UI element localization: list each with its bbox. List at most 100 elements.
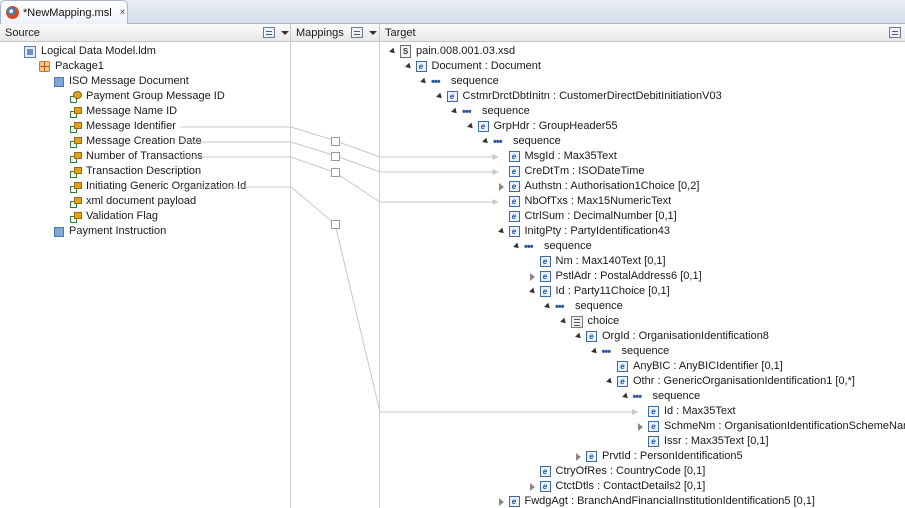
target-tree-item-row[interactable]: e AnyBIC : AnyBICIdentifier [0,1]: [605, 359, 783, 374]
editor-tab-new-mapping[interactable]: *NewMapping.msl ×: [0, 0, 128, 24]
expand-arrow-icon[interactable]: [528, 287, 538, 297]
element-icon: e: [508, 226, 520, 237]
target-tree-item-row[interactable]: e OrgId : OrganisationIdentification8: [574, 329, 769, 344]
source-layout-icon[interactable]: [263, 27, 275, 38]
source-menu-chevron-down-icon[interactable]: [281, 31, 289, 35]
target-tree-item-row[interactable]: e Nm : Max140Text [0,1]: [528, 254, 666, 269]
target-tree-item-row[interactable]: Spain.008.001.03.xsd: [388, 44, 515, 59]
target-tree-item-label: CstmrDrctDbtInitn : CustomerDirectDebitI…: [462, 90, 722, 102]
target-tree-item-label: CreDtTm : ISODateTime: [524, 165, 645, 177]
source-tree[interactable]: Logical Data Model.ldm Package1 ISO Messag…: [0, 42, 291, 508]
target-layout-icon[interactable]: [889, 27, 901, 38]
source-tree-item-row[interactable]: Message Identifier: [69, 119, 176, 134]
expand-arrow-icon[interactable]: [621, 392, 631, 402]
target-tree-item-row[interactable]: e Id : Max35Text: [636, 404, 736, 419]
source-tree-item-row[interactable]: Message Name ID: [69, 104, 177, 119]
expand-arrow-icon[interactable]: [605, 377, 615, 387]
expand-arrow-icon[interactable]: [543, 302, 553, 312]
expand-arrow-icon[interactable]: [512, 242, 522, 252]
target-tree-item-row[interactable]: choice: [559, 314, 619, 329]
target-tree-item-row[interactable]: e MsgId : Max35Text: [497, 149, 617, 164]
expand-arrow-icon[interactable]: [497, 227, 507, 237]
source-tree-item-row[interactable]: Transaction Description: [69, 164, 201, 179]
source-tree-item-row[interactable]: xml document payload: [69, 194, 196, 209]
mapping-node[interactable]: [331, 136, 340, 146]
source-tree-item-label: Message Name ID: [86, 105, 178, 117]
target-tree[interactable]: Spain.008.001.03.xsd e Document : Document…: [380, 42, 905, 508]
target-tree-item-row[interactable]: e Id : Party11Choice [0,1]: [528, 284, 670, 299]
collapse-arrow-icon[interactable]: [528, 482, 538, 492]
collapse-arrow-icon[interactable]: [636, 422, 646, 432]
target-tree-item-row[interactable]: e FwdgAgt : BranchAndFinancialInstitution…: [497, 494, 815, 508]
close-icon[interactable]: ×: [120, 7, 126, 18]
package-icon: [39, 61, 50, 72]
key-attribute-icon: [69, 90, 82, 103]
expand-arrow-icon[interactable]: [574, 332, 584, 342]
target-tree-item-row[interactable]: e CtctDtls : ContactDetails2 [0,1]: [528, 479, 705, 494]
expand-arrow-icon[interactable]: [481, 137, 491, 147]
target-tree-item-row[interactable]: e NbOfTxs : Max15NumericText: [497, 194, 672, 209]
target-tree-item-row[interactable]: e CtrlSum : DecimalNumber [0,1]: [497, 209, 677, 224]
target-tree-item-row[interactable]: ••• sequence: [481, 134, 561, 149]
target-tree-item-row[interactable]: ••• sequence: [621, 389, 701, 404]
source-tree-item-row[interactable]: Payment Instruction: [54, 224, 166, 239]
collapse-arrow-icon[interactable]: [574, 452, 584, 462]
source-tree-item-row[interactable]: Validation Flag: [69, 209, 158, 224]
target-tree-item-row[interactable]: e PrvtId : PersonIdentification5: [574, 449, 743, 464]
target-tree-item-row[interactable]: ••• sequence: [450, 104, 530, 119]
source-tree-item-row[interactable]: Logical Data Model.ldm: [24, 44, 156, 59]
mappings-menu-chevron-down-icon[interactable]: [369, 31, 377, 35]
target-tree-item-row[interactable]: ••• sequence: [512, 239, 592, 254]
mappings-layout-icon[interactable]: [351, 27, 363, 38]
collapse-arrow-icon[interactable]: [528, 272, 538, 282]
collapse-arrow-icon[interactable]: [497, 497, 507, 507]
source-tree-item-row[interactable]: ISO Message Document: [54, 74, 189, 89]
target-tree-item-row[interactable]: e CtryOfRes : CountryCode [0,1]: [528, 464, 706, 479]
expand-arrow-icon[interactable]: [404, 62, 414, 72]
collapse-arrow-icon[interactable]: [497, 182, 507, 192]
source-tree-item-row[interactable]: Initiating Generic Organization Id: [69, 179, 246, 194]
mapping-node[interactable]: [331, 168, 340, 178]
target-tree-item-row[interactable]: e SchmeNm : OrganisationIdentificationSch…: [636, 419, 905, 434]
sequence-icon: •••: [462, 105, 472, 118]
source-tree-item-label: Validation Flag: [86, 210, 158, 222]
target-tree-item-row[interactable]: e GrpHdr : GroupHeader55: [466, 119, 618, 134]
source-tree-item-row[interactable]: Package1: [39, 59, 104, 74]
sequence-icon: •••: [555, 300, 565, 313]
expand-arrow-icon[interactable]: [590, 347, 600, 357]
source-tree-item-row[interactable]: Number of Transactions: [69, 149, 203, 164]
expand-arrow-icon[interactable]: [466, 122, 476, 132]
target-tree-item-label: CtryOfRes : CountryCode [0,1]: [555, 465, 706, 477]
expand-arrow-icon[interactable]: [450, 107, 460, 117]
mapping-node[interactable]: [331, 151, 340, 161]
target-tree-item-row[interactable]: e CreDtTm : ISODateTime: [497, 164, 645, 179]
sequence-icon: •••: [493, 135, 503, 148]
source-tree-item-row[interactable]: Message Creation Date: [69, 134, 202, 149]
target-tree-item-row[interactable]: e CstmrDrctDbtInitn : CustomerDirectDebit…: [435, 89, 722, 104]
sequence-icon: •••: [601, 345, 612, 358]
target-tree-item-label: PrvtId : PersonIdentification5: [602, 450, 743, 462]
target-tree-item-row[interactable]: e InitgPty : PartyIdentification43: [497, 224, 670, 239]
expand-arrow-icon[interactable]: [419, 77, 429, 87]
target-tree-item-row[interactable]: e Issr : Max35Text [0,1]: [636, 434, 769, 449]
expand-arrow-icon[interactable]: [388, 47, 398, 57]
source-tree-item-label: Logical Data Model.ldm: [41, 45, 156, 57]
target-tree-item-label: pain.008.001.03.xsd: [416, 45, 516, 57]
expand-arrow-icon[interactable]: [435, 92, 445, 102]
expand-arrow-icon[interactable]: [559, 317, 569, 327]
target-tree-item-row[interactable]: ••• sequence: [590, 344, 670, 359]
target-tree-item-row[interactable]: ••• sequence: [543, 299, 623, 314]
element-icon: e: [508, 151, 520, 162]
target-tree-item-row[interactable]: e Othr : GenericOrganisationIdentificatio…: [605, 374, 855, 389]
target-tree-item-row[interactable]: e PstlAdr : PostalAddress6 [0,1]: [528, 269, 702, 284]
target-tree-item-row[interactable]: ••• sequence: [419, 74, 499, 89]
target-tree-item-row[interactable]: e Document : Document: [404, 59, 541, 74]
target-tree-item-label: NbOfTxs : Max15NumericText: [524, 195, 672, 207]
source-tree-item-row[interactable]: Payment Group Message ID: [69, 89, 225, 104]
mapping-node[interactable]: [331, 220, 340, 229]
target-tree-item-row[interactable]: e Authstn : Authorisation1Choice [0,2]: [497, 179, 699, 194]
